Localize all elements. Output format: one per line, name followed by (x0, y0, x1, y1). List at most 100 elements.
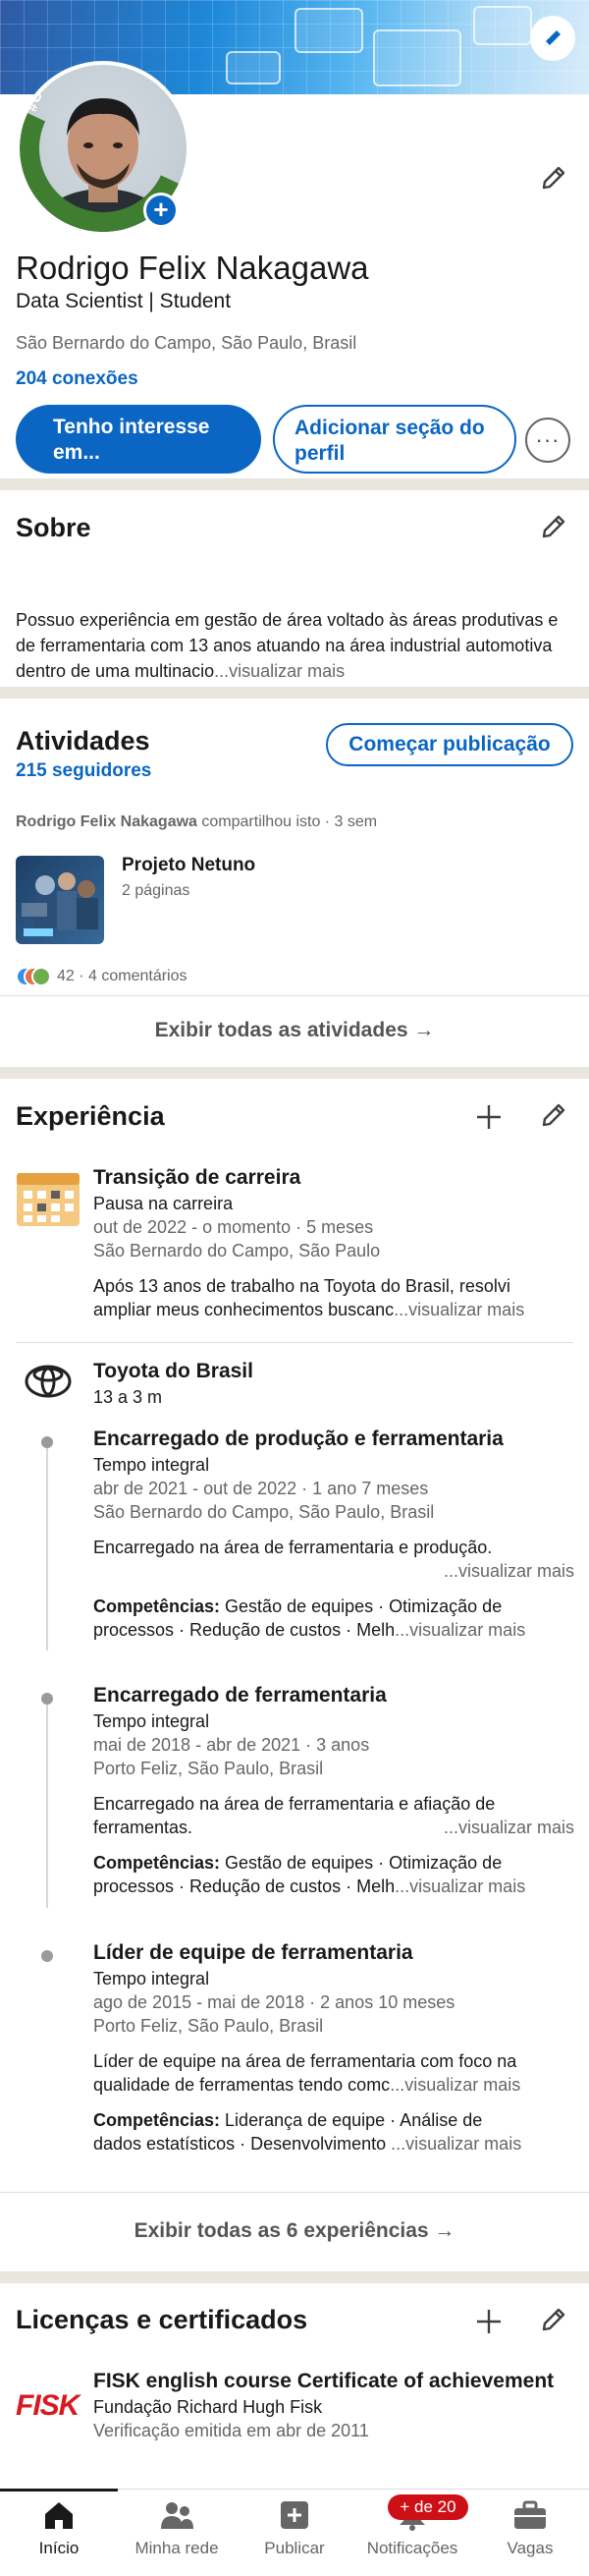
about-see-more[interactable]: ...visualizar mais (214, 661, 345, 681)
role-type: Tempo integral (93, 1969, 210, 1988)
see-more-link[interactable]: ...visualizar mais (444, 1561, 574, 1581)
open-to-button[interactable]: Tenho interesse em... (16, 405, 261, 474)
role-item[interactable]: Encarregado de ferramentaria Tempo integ… (93, 1684, 574, 1898)
experience-title-text: Transição de carreira (93, 1166, 301, 1189)
about-title: Sobre (16, 513, 91, 542)
banner-panel (473, 6, 532, 45)
reactions-count: 42 · 4 comentários (57, 968, 187, 984)
add-profile-section-button[interactable]: Adicionar seção do perfil (273, 405, 516, 474)
skills-text-cont: processos · Redução de custos · Melh (93, 1620, 396, 1640)
role-dates: abr de 2021 - out de 2022 · 1 ano 7 mese… (93, 1479, 429, 1498)
certificate-item[interactable]: FISK english course Certificate of achie… (93, 2368, 574, 2442)
edit-intro-pencil-icon[interactable] (539, 163, 568, 193)
role-description-cont: ferramentas. (93, 1818, 193, 1837)
skills-label: Competências: (93, 1596, 221, 1616)
skills-label: Competências: (93, 1853, 221, 1873)
experience-description-2: ampliar meus conhecimentos buscanc...vis… (93, 1298, 574, 1321)
add-profile-section-label: Adicionar seção do perfil (294, 417, 485, 465)
experience-item[interactable]: Transição de carreira Pausa na carreira … (93, 1166, 574, 1321)
show-all-experiences-link[interactable]: Exibir todas as 6 experiências → (0, 2192, 589, 2270)
experience-subtitle: Pausa na carreira (93, 1194, 234, 1213)
experience-title: Experiência (16, 1101, 165, 1131)
activity-author[interactable]: Rodrigo Felix Nakagawa (16, 813, 197, 830)
briefcase-icon (514, 2500, 546, 2529)
nav-my-network-label: Minha rede (134, 2539, 219, 2557)
role-dates: mai de 2018 - abr de 2021 · 3 anos (93, 1735, 370, 1755)
timeline-dot (41, 1436, 53, 1448)
role-type: Tempo integral (93, 1455, 210, 1475)
edit-banner-button[interactable] (530, 16, 575, 61)
about-section: Sobre Possuo experiência em gestão de ár… (0, 490, 589, 687)
nav-jobs[interactable]: Vagas (471, 2497, 589, 2558)
role-title: Líder de equipe de ferramentaria (93, 1941, 413, 1964)
see-more-link[interactable]: ...visualizar mais (395, 1620, 525, 1640)
timeline-dot (41, 1693, 53, 1705)
experience-location: São Bernardo do Campo, São Paulo (93, 1241, 381, 1260)
nav-home-label: Início (38, 2539, 80, 2557)
nav-post-label: Publicar (264, 2539, 325, 2557)
skills-text: Gestão de equipes · Otimização de (220, 1853, 503, 1873)
post-thumbnail[interactable] (16, 856, 104, 944)
role-description: Encarregado na área de ferramentaria e a… (93, 1794, 496, 1814)
banner-panel (373, 29, 461, 86)
post-reactions[interactable]: 42 · 4 comentários (16, 967, 187, 986)
certificate-issuer: Fundação Richard Hugh Fisk (93, 2397, 323, 2417)
active-tab-indicator (0, 2489, 118, 2492)
add-experience-plus-icon[interactable] (474, 1102, 504, 1132)
see-more-link[interactable]: ...visualizar mais (390, 2075, 520, 2095)
licenses-title: Licenças e certificados (16, 2305, 308, 2334)
followers-count[interactable]: 215 seguidores (16, 760, 151, 782)
nav-my-network[interactable]: Minha rede (118, 2497, 236, 2558)
skills-text-cont: processos · Redução de custos · Melh (93, 1876, 396, 1896)
role-skills: Competências: Gestão de equipes · Otimiz… (93, 1851, 574, 1875)
nav-post[interactable]: Publicar (236, 2497, 353, 2558)
section-separator (0, 687, 589, 699)
role-skills-2: processos · Redução de custos · Melh...v… (93, 1875, 574, 1898)
nav-jobs-label: Vagas (507, 2539, 554, 2557)
post-pages: 2 páginas (122, 882, 190, 899)
nav-home[interactable]: Início (0, 2497, 118, 2558)
see-more-link[interactable]: ...visualizar mais (444, 1816, 574, 1839)
role-description-2: ferramentas. ...visualizar mais (93, 1816, 574, 1839)
edit-experience-pencil-icon[interactable] (539, 1100, 568, 1130)
experience-description: Após 13 anos de trabalho na Toyota do Br… (93, 1276, 510, 1296)
bottom-navigation: Início Minha rede Publicar Notificações … (0, 2489, 589, 2576)
add-photo-button[interactable]: + (143, 193, 179, 228)
home-icon (45, 2502, 73, 2529)
show-all-activity-link[interactable]: Exibir todas as atividades → (0, 995, 589, 1066)
pencil-icon (545, 30, 561, 46)
see-more-link[interactable]: ...visualizar mais (395, 1876, 525, 1896)
post-title[interactable]: Projeto Netuno (122, 855, 255, 876)
connections-link[interactable]: 204 conexões (16, 368, 138, 390)
certificate-title: FISK english course Certificate of achie… (93, 2370, 555, 2392)
add-license-plus-icon[interactable] (474, 2307, 504, 2336)
network-icon (161, 2502, 193, 2529)
calendar-icon (17, 1173, 80, 1226)
timeline-dot (41, 1950, 53, 1962)
role-description: Líder de equipe na área de ferramentaria… (93, 2051, 517, 2071)
company-name: Toyota do Brasil (93, 1360, 253, 1382)
role-item[interactable]: Encarregado de produção e ferramentaria … (93, 1428, 574, 1642)
certificate-issued: Verificação emitida em abr de 2011 (93, 2421, 369, 2440)
edit-licenses-pencil-icon[interactable] (539, 2305, 568, 2334)
activity-shared-meta: compartilhou isto · 3 sem (201, 813, 378, 830)
post-thumbnail-image (22, 872, 98, 936)
edit-about-pencil-icon[interactable] (539, 512, 568, 541)
role-item[interactable]: Líder de equipe de ferramentaria Tempo i… (93, 1941, 574, 2156)
banner-panel (226, 51, 281, 84)
timeline-line (46, 1439, 48, 1651)
role-title: Encarregado de produção e ferramentaria (93, 1428, 504, 1450)
company-header[interactable]: Toyota do Brasil 13 a 3 m (93, 1360, 574, 1409)
timeline-line (46, 1696, 48, 1908)
role-description-2: qualidade de ferramentas tendo comc...vi… (93, 2073, 574, 2097)
role-skills-2: processos · Redução de custos · Melh...v… (93, 1618, 574, 1642)
see-more-link[interactable]: ...visualizar mais (391, 2134, 521, 2154)
start-post-button[interactable]: Começar publicação (326, 723, 573, 766)
about-text[interactable]: Possuo experiência em gestão de área vol… (16, 607, 575, 684)
experience-section: Experiência Transição de carreira Pausa … (0, 1079, 589, 2271)
post-icon (281, 2501, 308, 2529)
role-description-cont: qualidade de ferramentas tendo comc (93, 2075, 391, 2095)
section-separator (0, 1067, 589, 1079)
see-more-link[interactable]: ...visualizar mais (394, 1300, 524, 1319)
more-options-button[interactable]: ··· (525, 418, 570, 463)
